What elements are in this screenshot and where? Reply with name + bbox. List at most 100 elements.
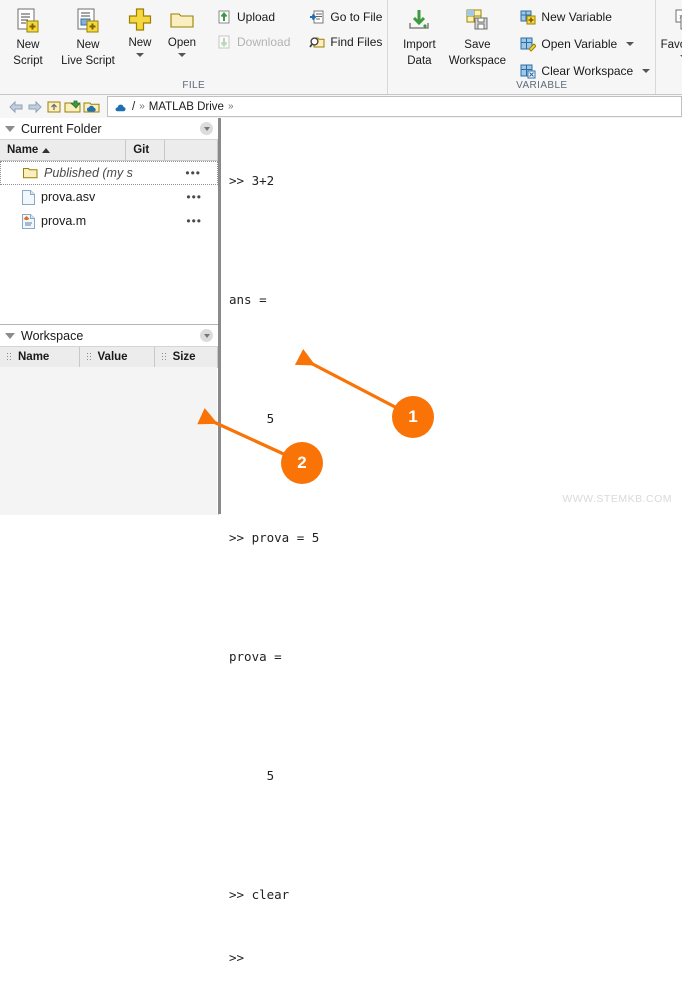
command-blank	[229, 828, 682, 842]
new-dropdown-caret[interactable]	[136, 53, 144, 57]
clear-workspace-dropdown-caret[interactable]	[642, 69, 650, 73]
file-small-buttons-col2: Go to File Find Files	[295, 0, 387, 51]
matlab-file-icon	[22, 214, 35, 229]
save-workspace-label-1: Save	[464, 39, 490, 52]
browse-folder-icon[interactable]	[63, 97, 82, 116]
breadcrumb-root[interactable]: /	[132, 101, 135, 113]
folder-open-icon	[168, 6, 196, 34]
open-variable-button[interactable]: Open Variable	[520, 34, 650, 53]
workspace-collapse-icon[interactable]	[5, 333, 15, 339]
go-to-file-label: Go to File	[330, 10, 382, 24]
new-label: New	[128, 37, 151, 50]
workspace-header: Workspace	[0, 325, 218, 347]
current-folder-menu-button[interactable]	[200, 122, 213, 135]
upload-label: Upload	[237, 10, 275, 24]
favorites-icon: »	[669, 6, 682, 36]
workspace-column-value[interactable]: Value	[80, 347, 155, 367]
command-blank	[229, 590, 682, 604]
save-workspace-button[interactable]: Save Workspace	[444, 0, 510, 68]
annotation-badge-1: 1	[392, 396, 434, 438]
breadcrumb-matlab-drive[interactable]: MATLAB Drive	[149, 101, 224, 113]
download-icon	[216, 34, 232, 50]
favorites-button[interactable]: » Favorites	[656, 0, 682, 59]
row-menu-prova-asv[interactable]: •••	[186, 190, 202, 204]
upload-icon	[216, 9, 232, 25]
new-live-script-button[interactable]: New Live Script	[56, 0, 120, 68]
plus-icon	[126, 6, 154, 34]
import-data-button[interactable]: Import Data	[394, 0, 444, 68]
column-header-name[interactable]: Name	[0, 140, 126, 160]
breadcrumb-separator-1: »	[139, 101, 145, 112]
ribbon-toolbar: New Script New Live Script New	[0, 0, 682, 95]
variable-small-buttons: New Variable Open Variable Clear W	[510, 0, 655, 80]
breadcrumb[interactable]: / » MATLAB Drive »	[107, 96, 682, 117]
file-row-published[interactable]: Published (my s •••	[0, 161, 218, 185]
command-line-clear: >> clear	[229, 884, 682, 905]
command-blank	[229, 233, 682, 247]
column-header-actions	[165, 140, 218, 160]
save-workspace-label-2: Workspace	[449, 55, 506, 68]
import-data-icon	[404, 6, 434, 36]
command-line: 5	[229, 765, 682, 786]
new-script-label-1: New	[16, 39, 39, 52]
column-grip-icon	[7, 353, 12, 362]
current-folder-title: Current Folder	[21, 122, 102, 136]
sort-ascending-icon	[42, 148, 50, 153]
up-folder-icon[interactable]	[44, 97, 63, 116]
workspace-column-name-label: Name	[18, 351, 49, 363]
new-script-button[interactable]: New Script	[0, 0, 56, 68]
workspace-column-size[interactable]: Size	[155, 347, 218, 367]
save-workspace-icon	[462, 6, 492, 36]
workspace-column-headers: Name Value Size	[0, 347, 218, 368]
find-files-icon	[309, 34, 325, 50]
current-folder-panel: Current Folder Name Git Published (my s …	[0, 118, 219, 324]
current-folder-column-headers: Name Git	[0, 140, 218, 161]
new-variable-button[interactable]: New Variable	[520, 7, 650, 26]
watermark: WWW.STEMKB.COM	[562, 493, 672, 505]
cloud-folder-icon[interactable]	[82, 97, 101, 116]
new-button[interactable]: New	[120, 0, 160, 57]
command-prompt[interactable]: >>	[229, 947, 682, 968]
file-row-prova-m[interactable]: prova.m •••	[0, 209, 218, 233]
row-menu-prova-m[interactable]: •••	[186, 214, 202, 228]
cloud-icon	[113, 101, 128, 112]
upload-button[interactable]: Upload	[216, 7, 290, 26]
forward-icon[interactable]	[25, 97, 44, 116]
favorites-label: Favorites	[661, 39, 682, 52]
command-blank	[229, 709, 682, 723]
blank-file-icon	[22, 190, 35, 205]
workspace-menu-button[interactable]	[200, 329, 213, 342]
workspace-column-name[interactable]: Name	[0, 347, 80, 367]
find-files-button[interactable]: Find Files	[309, 32, 382, 51]
new-script-label-2: Script	[13, 55, 42, 68]
open-dropdown-caret[interactable]	[178, 53, 186, 57]
import-data-label-1: Import	[403, 39, 436, 52]
ribbon-group-variable-label: VARIABLE	[428, 80, 655, 91]
clear-workspace-icon	[520, 63, 536, 79]
file-name-prova-m: prova.m	[41, 214, 86, 228]
open-variable-dropdown-caret[interactable]	[626, 42, 634, 46]
column-header-git[interactable]: Git	[126, 140, 165, 160]
address-bar: / » MATLAB Drive »	[0, 95, 682, 119]
file-name-prova-asv: prova.asv	[41, 190, 95, 204]
find-files-label: Find Files	[330, 35, 382, 49]
collapse-icon[interactable]	[5, 126, 15, 132]
open-button[interactable]: Open	[160, 0, 204, 57]
annotation-badge-2: 2	[281, 442, 323, 484]
new-live-script-label-1: New	[76, 39, 99, 52]
go-to-file-icon	[309, 9, 325, 25]
back-icon[interactable]	[6, 97, 25, 116]
command-line: prova =	[229, 646, 682, 667]
workspace-empty-body[interactable]	[0, 367, 217, 515]
row-menu-published[interactable]: •••	[185, 166, 201, 180]
column-header-git-label: Git	[133, 144, 149, 156]
command-line: ans =	[229, 289, 682, 310]
download-button[interactable]: Download	[216, 32, 290, 51]
folder-icon	[23, 167, 38, 179]
open-variable-icon	[520, 36, 536, 52]
go-to-file-button[interactable]: Go to File	[309, 7, 382, 26]
new-variable-icon	[520, 9, 536, 25]
ribbon-group-variable: Import Data Save Workspace	[387, 0, 655, 94]
clear-workspace-button[interactable]: Clear Workspace	[520, 61, 650, 80]
file-row-prova-asv[interactable]: prova.asv •••	[0, 185, 218, 209]
